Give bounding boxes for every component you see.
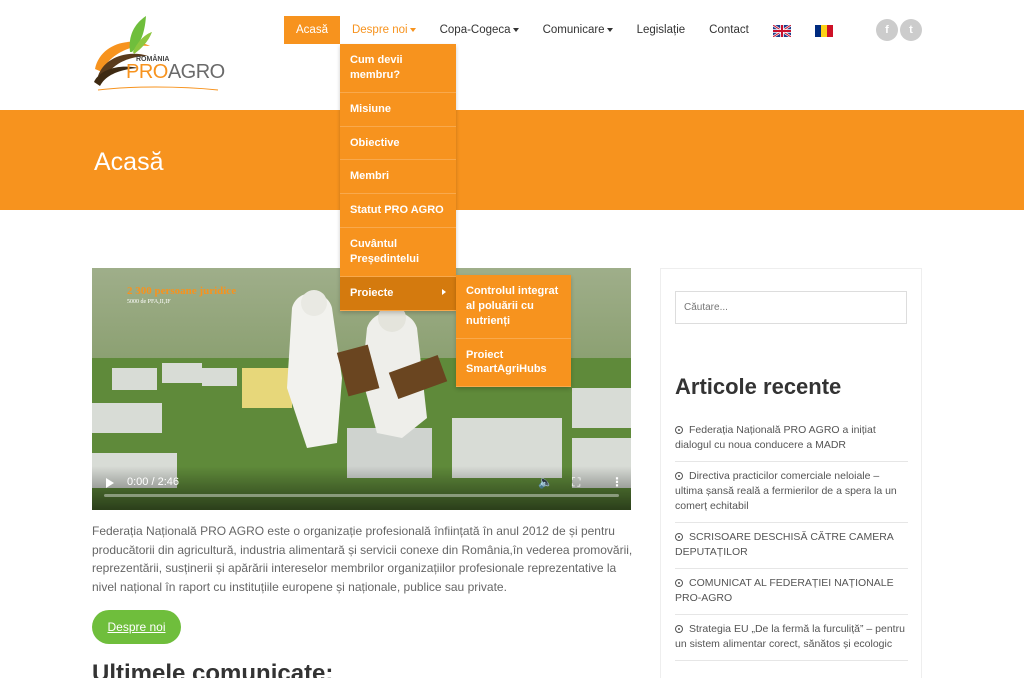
recent-article-link[interactable]: Directiva practicilor comerciale neloial…	[675, 470, 897, 512]
nav-item-comunicare[interactable]: Comunicare	[531, 16, 625, 44]
dropdown-item-proiecte[interactable]: Proiecte	[340, 276, 456, 311]
intro-paragraph: Federația Națională PRO AGRO este o orga…	[92, 524, 633, 594]
dropdown-item-cuvantul-presedintelui[interactable]: Cuvântul Președintelui	[340, 228, 456, 277]
recent-article-link[interactable]: Federația Națională PRO AGRO a inițiat d…	[675, 424, 876, 451]
nav-item-copa-cogeca-label: Copa-Cogeca	[439, 24, 511, 36]
main-nav: Acasă Despre noi Copa-Cogeca Comunicare …	[284, 16, 845, 44]
recent-articles-title: Articole recente	[675, 374, 842, 399]
volume-icon[interactable]: 🔈	[538, 475, 553, 489]
nav-item-legislatie[interactable]: Legislație	[625, 16, 698, 44]
more-options-icon[interactable]: ⋮	[611, 475, 623, 489]
chevron-right-icon	[442, 288, 446, 295]
circle-bullet-icon	[675, 579, 683, 587]
romania-flag-icon[interactable]	[814, 24, 833, 37]
chevron-down-icon	[512, 27, 519, 32]
circle-bullet-icon	[675, 533, 683, 541]
recent-article-link[interactable]: SCRISOARE DESCHISĂ CĂTRE CAMERA DEPUTAȚI…	[675, 531, 893, 558]
logo-pro-text: PRO	[126, 61, 168, 83]
chevron-down-icon	[606, 27, 613, 32]
list-item[interactable]: COMUNICAT AL FEDERAȚIEI NAȚIONALE PRO-AG…	[675, 571, 908, 615]
video-time: 0:00 / 2:46	[127, 476, 179, 488]
latest-press-heading: Ultimele comunicate:	[92, 660, 334, 678]
submenu-item-controlul-integrat[interactable]: Controlul integrat al poluării cu nutrie…	[456, 275, 571, 339]
fullscreen-icon[interactable]: ⛶	[572, 475, 580, 490]
uk-flag-icon[interactable]	[772, 24, 792, 38]
dropdown-item-misiune[interactable]: Misiune	[340, 93, 456, 127]
circle-bullet-icon	[675, 426, 683, 434]
circle-bullet-icon	[675, 625, 683, 633]
list-item[interactable]: Federația Națională PRO AGRO a inițiat d…	[675, 418, 908, 462]
dropdown-item-membri[interactable]: Membri	[340, 160, 456, 195]
dropdown-item-obiective[interactable]: Obiective	[340, 127, 456, 161]
play-icon[interactable]	[106, 478, 114, 488]
recent-article-link[interactable]: Strategia EU „De la fermă la furculiță” …	[675, 623, 905, 650]
video-overlay-caption: 2 300 persoane juridice	[127, 285, 236, 297]
nav-item-despre-noi-label: Despre noi	[351, 24, 408, 36]
video-overlay-subcaption: 5000 de PFA,II,IF	[127, 299, 171, 305]
nav-item-comunicare-label: Comunicare	[542, 24, 605, 36]
logo-agro-text: AGRO	[167, 61, 225, 83]
page-hero-band: Acasă	[0, 110, 1024, 210]
video-progress-bar[interactable]	[104, 494, 619, 497]
dropdown-item-statut[interactable]: Statut PRO AGRO	[340, 194, 456, 229]
nav-item-contact[interactable]: Contact	[697, 16, 761, 44]
dropdown-item-cum-devii-membru[interactable]: Cum devii membru?	[340, 44, 456, 93]
submenu-item-smartagrihubs[interactable]: Proiect SmartAgriHubs	[456, 339, 571, 388]
recent-articles-list: Federația Națională PRO AGRO a inițiat d…	[675, 418, 908, 663]
nav-item-acasa[interactable]: Acasă	[284, 16, 340, 44]
list-item[interactable]: Strategia EU „De la fermă la furculiță” …	[675, 617, 908, 661]
search-input[interactable]: Căutare...	[675, 291, 907, 324]
site-header: ROMÂNIA PROAGRO Acasă Despre noi Copa-Co…	[0, 0, 1024, 110]
nav-item-copa-cogeca[interactable]: Copa-Cogeca	[428, 16, 531, 44]
facebook-icon[interactable]: f	[876, 19, 898, 41]
circle-bullet-icon	[675, 472, 683, 480]
dropdown-item-proiecte-label: Proiecte	[350, 286, 394, 299]
recent-article-link[interactable]: COMUNICAT AL FEDERAȚIEI NAȚIONALE PRO-AG…	[675, 577, 894, 604]
despre-noi-button[interactable]: Despre noi	[92, 610, 181, 644]
despre-noi-dropdown: Cum devii membru? Misiune Obiective Memb…	[340, 44, 456, 311]
list-item[interactable]: Directiva practicilor comerciale neloial…	[675, 464, 908, 523]
list-item[interactable]: SCRISOARE DESCHISĂ CĂTRE CAMERA DEPUTAȚI…	[675, 525, 908, 569]
proiecte-submenu: Controlul integrat al poluării cu nutrie…	[456, 275, 571, 388]
chevron-down-icon	[409, 27, 416, 32]
nav-item-despre-noi[interactable]: Despre noi	[340, 16, 428, 44]
twitter-icon[interactable]: t	[900, 19, 922, 41]
video-controls: 0:00 / 2:46 🔈 ⛶ ⋮	[92, 466, 631, 510]
page-title: Acasă	[94, 148, 164, 176]
logo-wordmark: PROAGRO	[126, 61, 225, 84]
pro-agro-logo[interactable]: ROMÂNIA PROAGRO	[90, 14, 225, 94]
